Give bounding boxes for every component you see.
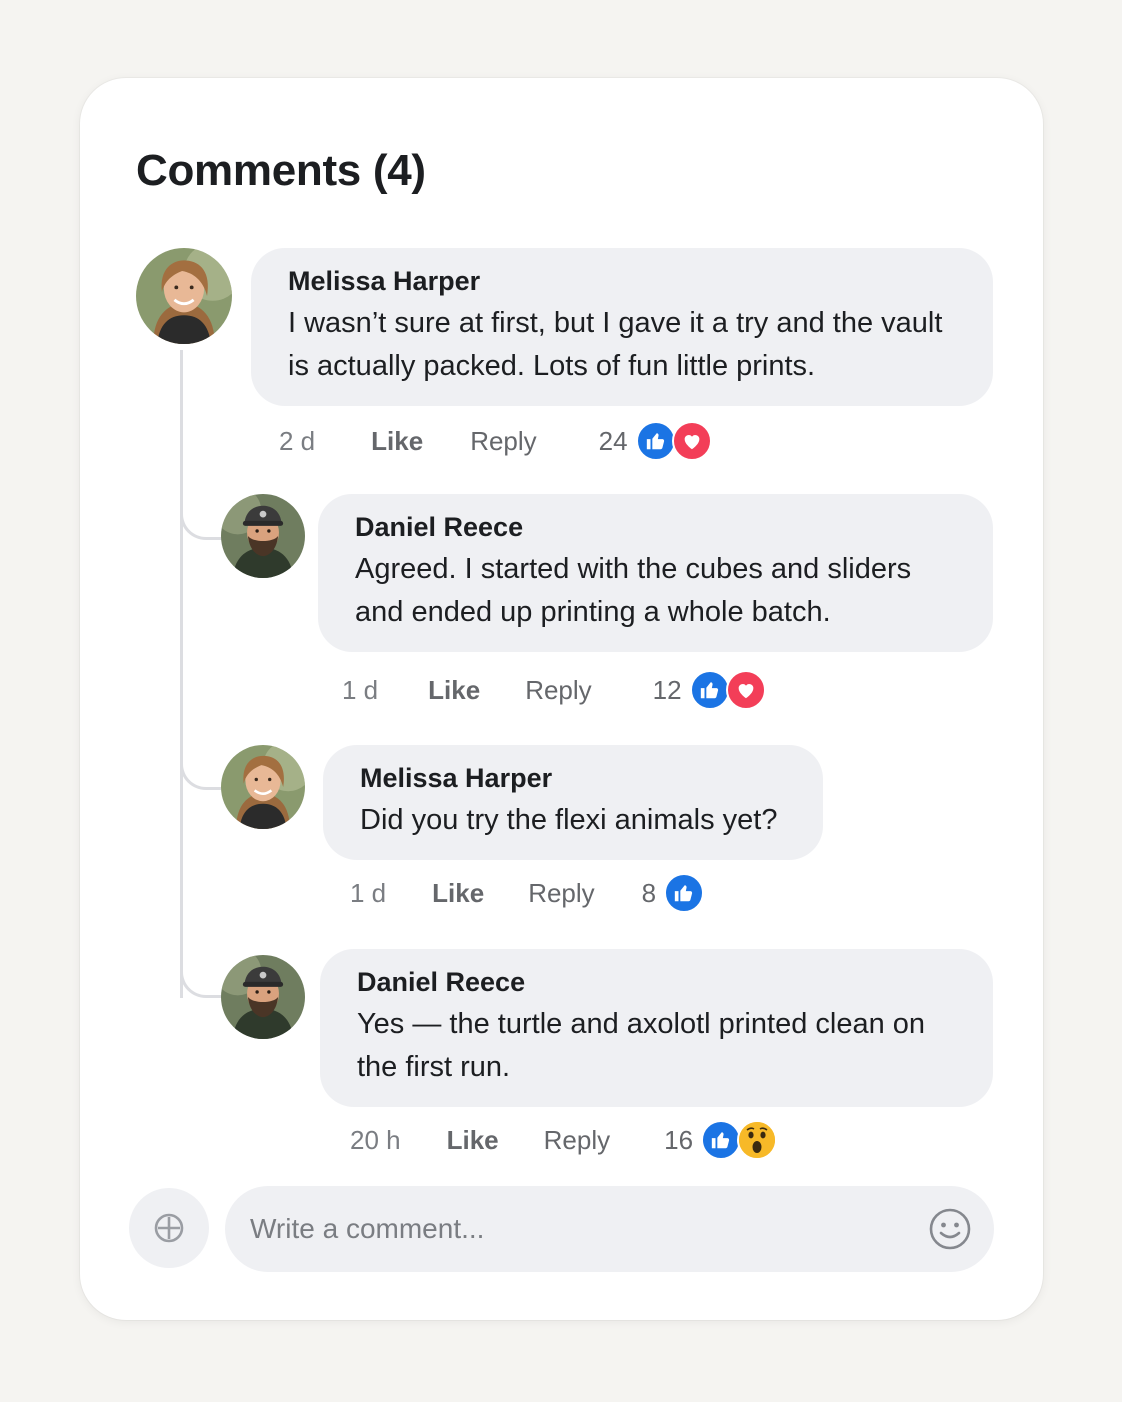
avatar-melissa[interactable] bbox=[136, 248, 232, 344]
comment-text: Did you try the flexi animals yet? bbox=[360, 804, 778, 836]
smiley-icon[interactable] bbox=[928, 1207, 972, 1251]
thumbs-up-icon bbox=[635, 421, 676, 461]
wow-icon bbox=[737, 1120, 778, 1160]
comment-author[interactable]: Melissa Harper bbox=[288, 264, 956, 298]
thread-connector bbox=[180, 540, 224, 790]
avatar-melissa[interactable] bbox=[221, 745, 305, 829]
comment-actions: 20 h Like Reply 16 bbox=[350, 1118, 778, 1162]
reaction-icons[interactable] bbox=[701, 1120, 778, 1160]
reply-button[interactable]: Reply bbox=[525, 675, 591, 706]
attach-icon bbox=[154, 1213, 184, 1243]
comment-author[interactable]: Daniel Reece bbox=[355, 510, 956, 544]
comment-actions: 2 d Like Reply 24 bbox=[279, 419, 712, 463]
reaction-icons[interactable] bbox=[664, 873, 705, 913]
comment-actions: 1 d Like Reply 12 bbox=[342, 668, 766, 712]
reply-button[interactable]: Reply bbox=[528, 878, 594, 909]
attach-button[interactable] bbox=[129, 1188, 209, 1268]
like-button[interactable]: Like bbox=[432, 878, 484, 909]
comment-author[interactable]: Daniel Reece bbox=[357, 965, 956, 999]
comment-text: I wasn’t sure at first, but I gave it a … bbox=[288, 307, 943, 382]
page-title: Comments (4) bbox=[136, 146, 426, 195]
reply-button[interactable]: Reply bbox=[544, 1125, 610, 1156]
like-button[interactable]: Like bbox=[371, 426, 423, 457]
like-button[interactable]: Like bbox=[428, 675, 480, 706]
comment-bubble: Daniel Reece Yes — the turtle and axolot… bbox=[320, 949, 993, 1107]
reaction-icons[interactable] bbox=[689, 670, 766, 710]
comment-timestamp[interactable]: 20 h bbox=[350, 1125, 401, 1156]
thread-connector bbox=[180, 790, 224, 998]
comments-card: Comments (4) Melissa Harper I wasn’t sur… bbox=[80, 78, 1043, 1320]
avatar-daniel[interactable] bbox=[221, 494, 305, 578]
like-button[interactable]: Like bbox=[447, 1125, 499, 1156]
heart-icon bbox=[725, 670, 766, 710]
avatar-daniel[interactable] bbox=[221, 955, 305, 1039]
comment-bubble: Melissa Harper I wasn’t sure at first, b… bbox=[251, 248, 993, 406]
thumbs-up-icon bbox=[701, 1120, 742, 1160]
thumbs-up-icon bbox=[664, 873, 705, 913]
comment-text: Yes — the turtle and axolotl printed cle… bbox=[357, 1008, 926, 1083]
comment-timestamp[interactable]: 2 d bbox=[279, 426, 315, 457]
reaction-icons[interactable] bbox=[635, 421, 712, 461]
reply-button[interactable]: Reply bbox=[470, 426, 536, 457]
comment-text: Agreed. I started with the cubes and sli… bbox=[355, 553, 912, 628]
reaction-count[interactable]: 8 bbox=[642, 878, 656, 909]
comment-bubble: Daniel Reece Agreed. I started with the … bbox=[318, 494, 993, 652]
comment-author[interactable]: Melissa Harper bbox=[360, 761, 786, 795]
thread-connector bbox=[180, 350, 224, 540]
comment-timestamp[interactable]: 1 d bbox=[350, 878, 386, 909]
comment-timestamp[interactable]: 1 d bbox=[342, 675, 378, 706]
reaction-count[interactable]: 12 bbox=[653, 675, 682, 706]
reaction-count[interactable]: 24 bbox=[599, 426, 628, 457]
comment-actions: 1 d Like Reply 8 bbox=[350, 871, 705, 915]
thumbs-up-icon bbox=[689, 670, 730, 710]
comment-input[interactable] bbox=[250, 1213, 900, 1245]
heart-icon bbox=[671, 421, 712, 461]
comment-bubble: Melissa Harper Did you try the flexi ani… bbox=[323, 745, 823, 860]
reaction-count[interactable]: 16 bbox=[664, 1125, 693, 1156]
comment-composer[interactable] bbox=[225, 1186, 994, 1272]
